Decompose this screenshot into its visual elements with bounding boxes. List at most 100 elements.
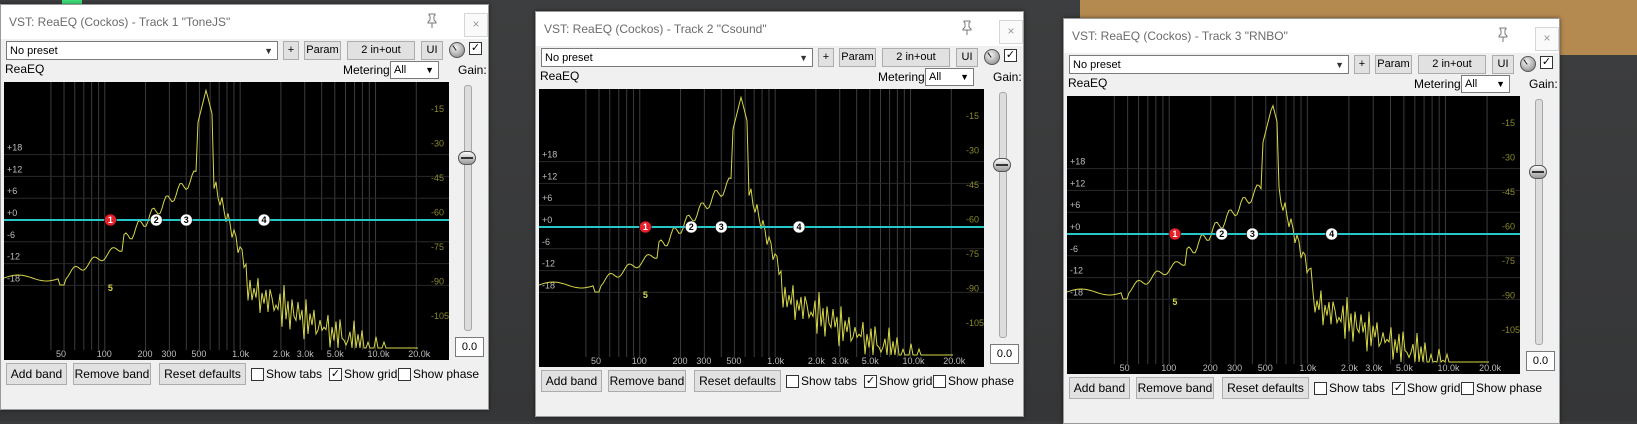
band-node-3[interactable]: 3 — [715, 220, 728, 234]
add-preset-button[interactable]: + — [283, 41, 299, 60]
checkbox-label: Show grid — [879, 374, 933, 388]
x-tick-label: 1.0k — [1299, 363, 1317, 373]
checkbox-label: Show tabs — [801, 374, 858, 388]
checkbox-show-grid[interactable]: ✓ — [1392, 382, 1405, 395]
add-band-button[interactable]: Add band — [541, 370, 602, 392]
pin-icon[interactable] — [959, 20, 975, 36]
band-node-1[interactable]: 1 — [639, 220, 652, 234]
gain-slider[interactable] — [993, 92, 1011, 338]
close-icon[interactable]: × — [464, 13, 488, 37]
x-tick-label: 5.0k — [862, 356, 880, 366]
band-node-2[interactable]: 2 — [150, 213, 163, 227]
metering-select[interactable]: All ▼ — [1461, 75, 1510, 93]
eq-graph[interactable]: +18 +12 +6 +0 -6 -12 -18 -15 -30 -45 -60 -75 -90 -105… — [1067, 96, 1520, 374]
title-bar[interactable]: VST: ReaEQ (Cockos) - Track 2 "Csound" × — [536, 12, 1023, 46]
gain-slider-thumb[interactable] — [1529, 165, 1547, 179]
eq-graph[interactable]: +18 +12 +6 +0 -6 -12 -18 -15 -30 -45 -60 -75 -90 -105… — [539, 89, 984, 367]
band-node-4[interactable]: 4 — [257, 213, 271, 227]
x-tick-label: 10.0k — [903, 356, 926, 366]
gain-slider-thumb[interactable] — [458, 151, 476, 165]
checkbox-show-phase[interactable] — [1461, 382, 1474, 395]
add-band-button[interactable]: Add band — [6, 363, 67, 385]
bypass-checkbox[interactable]: ✓ — [1004, 49, 1017, 62]
remove-band-button[interactable]: Remove band — [73, 363, 151, 385]
band-node-label: 4 — [796, 222, 801, 232]
chevron-down-icon: ▼ — [960, 72, 969, 82]
band-node-5[interactable]: 5 — [104, 281, 117, 295]
param-button[interactable]: Param — [304, 41, 341, 60]
metering-select[interactable]: All ▼ — [925, 68, 974, 86]
y-tick-label: +0 — [1070, 222, 1080, 232]
preset-dropdown[interactable]: No preset ▼ — [6, 41, 278, 60]
y-tick-label: +12 — [1070, 178, 1085, 188]
band-node-4[interactable]: 4 — [792, 220, 806, 234]
x-tick-label: 10.0k — [1437, 363, 1460, 373]
checkbox-show-tabs[interactable] — [1314, 382, 1327, 395]
reset-defaults-button[interactable]: Reset defaults — [694, 370, 781, 392]
checkbox-show-tabs[interactable] — [251, 368, 264, 381]
eq-graph-canvas: +18+12+6+0-6-12-18-15-30-45-60-75-90-105… — [1067, 96, 1520, 373]
param-button[interactable]: Param — [839, 48, 876, 67]
y2-tick-label: -60 — [1502, 222, 1515, 232]
io-button[interactable]: 2 in+out — [882, 48, 950, 67]
close-icon[interactable]: × — [1535, 27, 1559, 51]
add-band-button[interactable]: Add band — [1069, 377, 1130, 399]
close-icon[interactable]: × — [999, 20, 1023, 44]
reset-defaults-button[interactable]: Reset defaults — [159, 363, 246, 385]
metering-label: Metering: — [1414, 77, 1465, 91]
y2-tick-label: -75 — [1502, 256, 1515, 266]
remove-band-button[interactable]: Remove band — [1136, 377, 1214, 399]
y2-tick-label: -15 — [431, 104, 444, 114]
pin-icon[interactable] — [424, 13, 440, 29]
x-tick-label: 500 — [191, 349, 206, 359]
y2-tick-label: -60 — [431, 208, 444, 218]
band-node-3[interactable]: 3 — [1246, 227, 1259, 241]
preset-dropdown[interactable]: No preset ▼ — [1069, 55, 1349, 74]
band-node-5[interactable]: 5 — [1168, 295, 1182, 309]
metering-value: All — [1465, 78, 1478, 90]
wet-knob-icon[interactable] — [984, 49, 1000, 65]
x-tick-label: 20.0k — [1479, 363, 1502, 373]
metering-select[interactable]: All ▼ — [390, 61, 439, 79]
band-node-5[interactable]: 5 — [639, 288, 652, 302]
reset-defaults-button[interactable]: Reset defaults — [1222, 377, 1309, 399]
gain-slider[interactable] — [458, 85, 476, 331]
pin-icon[interactable] — [1495, 27, 1511, 43]
gain-slider[interactable] — [1529, 99, 1547, 345]
add-preset-button[interactable]: + — [1354, 55, 1370, 74]
band-node-2[interactable]: 2 — [1215, 227, 1228, 241]
gain-value[interactable]: 0.0 — [455, 337, 484, 357]
y2-tick-label: -75 — [966, 249, 979, 259]
gain-value[interactable]: 0.0 — [990, 344, 1019, 364]
y2-tick-label: -45 — [431, 173, 444, 183]
band-node-4[interactable]: 4 — [1325, 227, 1338, 241]
band-node-3[interactable]: 3 — [180, 213, 193, 227]
add-preset-button[interactable]: + — [818, 48, 834, 67]
band-node-1[interactable]: 1 — [104, 213, 117, 227]
preset-dropdown[interactable]: No preset ▼ — [541, 48, 813, 67]
title-bar[interactable]: VST: ReaEQ (Cockos) - Track 1 "ToneJS" × — [1, 5, 488, 39]
ui-button[interactable]: UI — [956, 48, 978, 67]
wet-knob-icon[interactable] — [449, 42, 465, 58]
checkbox-show-grid[interactable]: ✓ — [329, 368, 342, 381]
y2-tick-label: -15 — [966, 111, 979, 121]
io-button[interactable]: 2 in+out — [347, 41, 415, 60]
ui-button[interactable]: UI — [421, 41, 443, 60]
checkbox-show-tabs[interactable] — [786, 375, 799, 388]
gain-value[interactable]: 0.0 — [1526, 351, 1555, 371]
bypass-checkbox[interactable]: ✓ — [1540, 56, 1553, 69]
io-button[interactable]: 2 in+out — [1418, 55, 1486, 74]
band-node-1[interactable]: 1 — [1168, 227, 1182, 241]
remove-band-button[interactable]: Remove band — [608, 370, 686, 392]
eq-graph[interactable]: +18 +12 +6 +0 -6 -12 -18 -15 -30 -45 -60 -75 -90 -105… — [4, 82, 449, 360]
title-bar[interactable]: VST: ReaEQ (Cockos) - Track 3 "RNBO" × — [1064, 19, 1559, 53]
gain-slider-thumb[interactable] — [993, 158, 1011, 172]
checkbox-show-phase[interactable] — [398, 368, 411, 381]
checkbox-show-phase[interactable] — [933, 375, 946, 388]
param-button[interactable]: Param — [1375, 55, 1412, 74]
checkbox-show-grid[interactable]: ✓ — [864, 375, 877, 388]
band-node-2[interactable]: 2 — [685, 220, 698, 234]
bypass-checkbox[interactable]: ✓ — [469, 42, 482, 55]
wet-knob-icon[interactable] — [1520, 56, 1536, 72]
ui-button[interactable]: UI — [1492, 55, 1514, 74]
